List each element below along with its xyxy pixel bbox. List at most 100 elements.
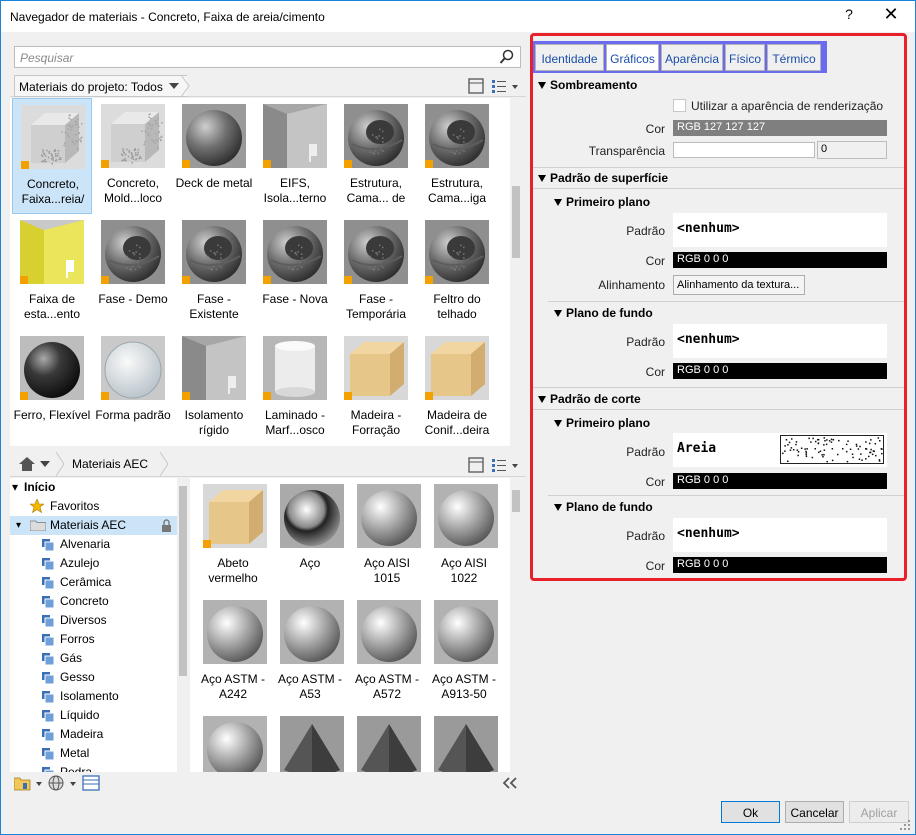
tree-scrollbar[interactable] bbox=[177, 478, 189, 772]
tree-item-category[interactable]: Azulejo bbox=[10, 554, 179, 573]
scrollbar-thumb[interactable] bbox=[179, 486, 187, 676]
material-tile[interactable]: Laminado - Marf...osco bbox=[255, 330, 335, 446]
material-tile[interactable]: Concreto, Faixa...reia/ bbox=[12, 98, 92, 214]
tree-root[interactable]: ▾ Início bbox=[10, 478, 179, 497]
material-tile[interactable] bbox=[195, 710, 271, 772]
globe-add-icon[interactable] bbox=[48, 775, 78, 791]
warning-badge-icon bbox=[263, 276, 271, 284]
texture-alignment-button[interactable]: Alinhamento da textura... bbox=[673, 275, 805, 295]
surface-background-header[interactable]: Plano de fundo bbox=[554, 306, 653, 320]
view-options-icon[interactable] bbox=[468, 78, 520, 94]
surface-fg-pattern-field[interactable]: <nenhum> bbox=[673, 213, 887, 247]
collapse-double-chevron-icon[interactable] bbox=[502, 777, 518, 789]
material-tile[interactable]: Fase - Temporária bbox=[336, 214, 416, 330]
tree-item-category[interactable]: Madeira bbox=[10, 725, 179, 744]
material-tile[interactable]: Estrutura, Cama... de bbox=[336, 98, 416, 214]
project-filter-dropdown[interactable]: Materiais do projeto: Todos bbox=[14, 75, 187, 97]
material-tile[interactable]: Madeira de Conif...deira bbox=[417, 330, 497, 446]
tab-graphics[interactable]: Gráficos bbox=[606, 44, 659, 71]
surface-fg-color-swatch[interactable]: RGB 0 0 0 bbox=[673, 252, 887, 268]
material-tile[interactable]: Aço AISI 1022 bbox=[426, 478, 502, 594]
shading-section-header[interactable]: Sombreamento bbox=[538, 78, 637, 92]
material-tile[interactable]: Aço bbox=[272, 478, 348, 594]
material-tile[interactable]: Abeto vermelho bbox=[195, 478, 271, 594]
transparency-slider[interactable] bbox=[673, 142, 815, 158]
surface-bg-color-swatch[interactable]: RGB 0 0 0 bbox=[673, 363, 887, 379]
material-tile[interactable]: Fase - Existente bbox=[174, 214, 254, 330]
resize-grip-icon[interactable] bbox=[899, 819, 911, 831]
project-grid-scrollbar[interactable] bbox=[510, 98, 524, 446]
chevron-down-icon[interactable] bbox=[40, 461, 50, 467]
home-icon[interactable] bbox=[19, 457, 35, 471]
cut-bg-color-swatch[interactable]: RGB 0 0 0 bbox=[673, 557, 887, 573]
cut-pattern-section-header[interactable]: Padrão de corte bbox=[538, 392, 641, 406]
cancel-button[interactable]: Cancelar bbox=[785, 801, 844, 823]
tree-item-category[interactable]: Concreto bbox=[10, 592, 179, 611]
material-tile[interactable]: EIFS, Isola...terno bbox=[255, 98, 335, 214]
tree-item-aec-materials[interactable]: ▾ Materiais AEC bbox=[10, 516, 179, 535]
scrollbar-thumb[interactable] bbox=[512, 186, 520, 258]
cut-fg-pattern-field[interactable]: Areia bbox=[673, 433, 887, 467]
surface-pattern-section-header[interactable]: Padrão de superfície bbox=[538, 171, 668, 185]
cut-foreground-header[interactable]: Primeiro plano bbox=[554, 416, 650, 430]
search-input[interactable]: Pesquisar bbox=[14, 46, 521, 68]
material-tile[interactable]: Ferro, Flexível bbox=[12, 330, 92, 446]
material-tile[interactable]: Aço AISI 1015 bbox=[349, 478, 425, 594]
tree-item-category[interactable]: Gesso bbox=[10, 668, 179, 687]
tree-item-category[interactable]: Líquido bbox=[10, 706, 179, 725]
material-tile[interactable]: Feltro do telhado bbox=[417, 214, 497, 330]
material-tile[interactable]: Faixa de esta...ento bbox=[12, 214, 92, 330]
cut-background-header[interactable]: Plano de fundo bbox=[554, 500, 653, 514]
material-thumbnail bbox=[425, 104, 489, 168]
cut-bg-pattern-field[interactable]: <nenhum> bbox=[673, 518, 887, 552]
tree-item-category[interactable]: Alvenaria bbox=[10, 535, 179, 554]
library-grid-scrollbar[interactable] bbox=[510, 478, 524, 772]
tab-thermal[interactable]: Térmico bbox=[767, 44, 821, 71]
tree-item-category[interactable]: Isolamento bbox=[10, 687, 179, 706]
tree-item-category[interactable]: Diversos bbox=[10, 611, 179, 630]
material-tile[interactable]: Concreto, Mold...loco bbox=[93, 98, 173, 214]
material-tile[interactable]: Forma padrão bbox=[93, 330, 173, 446]
material-tile[interactable]: Aço ASTM - A913-50 bbox=[426, 594, 502, 710]
material-tile[interactable]: Isolamento rígido bbox=[174, 330, 254, 446]
material-tile[interactable]: Aço ASTM - A572 bbox=[349, 594, 425, 710]
material-tile[interactable]: Madeira - Forração bbox=[336, 330, 416, 446]
shading-color-swatch[interactable]: RGB 127 127 127 bbox=[673, 120, 887, 136]
material-tile[interactable] bbox=[272, 710, 348, 772]
view-options-icon[interactable] bbox=[468, 457, 520, 473]
material-tile[interactable] bbox=[426, 710, 502, 772]
material-tile[interactable]: Deck de metal bbox=[174, 98, 254, 214]
cut-bg-pattern-label: Padrão bbox=[626, 529, 665, 543]
close-button[interactable]: ✕ bbox=[879, 4, 903, 25]
ok-button[interactable]: Ok bbox=[721, 801, 780, 823]
material-tile[interactable]: Fase - Demo bbox=[93, 214, 173, 330]
tree-item-category[interactable]: Forros bbox=[10, 630, 179, 649]
tree-item-category[interactable]: Cerâmica bbox=[10, 573, 179, 592]
use-render-appearance-checkbox[interactable] bbox=[673, 99, 686, 112]
transparency-value[interactable]: 0 bbox=[817, 141, 887, 159]
tree-item-favorites[interactable]: Favoritos bbox=[10, 497, 179, 516]
tree-item-category[interactable]: Metal bbox=[10, 744, 179, 763]
surface-foreground-header[interactable]: Primeiro plano bbox=[554, 195, 650, 209]
cut-bg-color-label: Cor bbox=[645, 559, 665, 573]
tree-item-category[interactable]: Gás bbox=[10, 649, 179, 668]
material-tile[interactable]: Aço ASTM - A53 bbox=[272, 594, 348, 710]
material-tile[interactable]: Fase - Nova bbox=[255, 214, 335, 330]
tab-identity[interactable]: Identidade bbox=[535, 44, 604, 71]
divider bbox=[548, 495, 904, 496]
scrollbar-thumb[interactable] bbox=[512, 490, 520, 512]
library-breadcrumb[interactable]: Materiais AEC bbox=[66, 452, 154, 477]
tab-appearance[interactable]: Aparência bbox=[661, 44, 723, 71]
tree-item-category-label: Líquido bbox=[60, 708, 100, 722]
search-icon[interactable] bbox=[499, 49, 515, 65]
tree-item-category[interactable]: Pedra bbox=[10, 763, 179, 772]
panel-toggle-icon[interactable] bbox=[82, 775, 100, 791]
material-tile[interactable]: Aço ASTM - A242 bbox=[195, 594, 271, 710]
surface-bg-pattern-field[interactable]: <nenhum> bbox=[673, 324, 887, 358]
material-tile[interactable] bbox=[349, 710, 425, 772]
tab-physical[interactable]: Físico bbox=[725, 44, 765, 71]
help-button[interactable]: ? bbox=[839, 6, 859, 22]
material-tile[interactable]: Estrutura, Cama...iga bbox=[417, 98, 497, 214]
cut-fg-color-swatch[interactable]: RGB 0 0 0 bbox=[673, 473, 887, 489]
folder-library-icon[interactable] bbox=[14, 775, 44, 791]
